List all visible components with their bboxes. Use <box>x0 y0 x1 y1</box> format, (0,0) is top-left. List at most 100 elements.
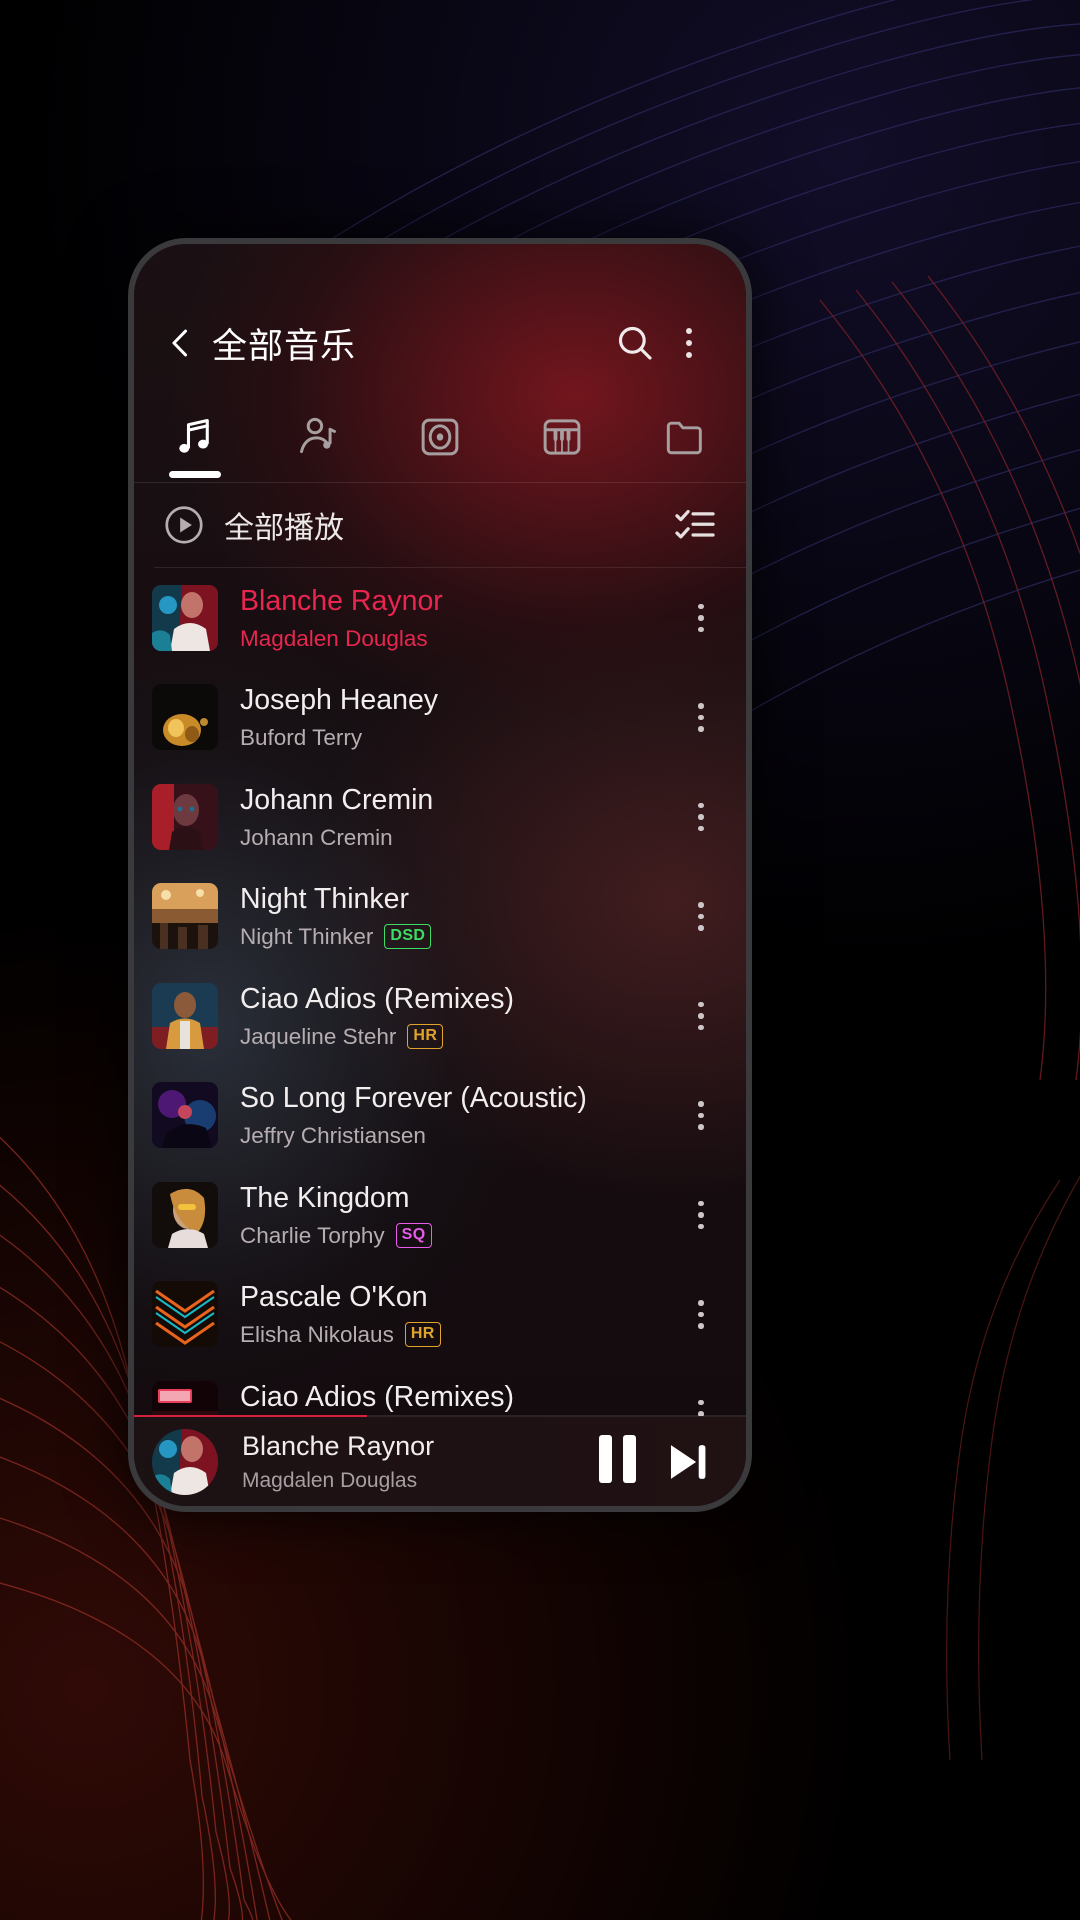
mini-player-artist: Magdalen Douglas <box>242 1468 418 1492</box>
album-disc-icon <box>421 418 459 456</box>
album-art <box>152 684 218 751</box>
song-texts: Joseph Heaney Buford Terry <box>240 683 678 751</box>
tab-genres[interactable] <box>501 392 623 482</box>
song-subline: Charlie Torphy SQ <box>240 1222 678 1249</box>
quality-badge-hr: HR <box>407 1023 444 1049</box>
song-row[interactable]: Joseph Heaney Buford Terry <box>134 668 746 768</box>
play-all-button[interactable]: 全部播放 <box>162 503 344 547</box>
play-all-row: 全部播放 <box>134 483 746 567</box>
song-artist: Charlie Torphy <box>240 1222 385 1248</box>
art-blanche <box>152 1428 218 1495</box>
mini-player-title: Blanche Raynor <box>242 1431 435 1462</box>
song-title: Ciao Adios (Remixes) <box>240 1380 515 1413</box>
song-overflow-button[interactable] <box>678 1383 724 1416</box>
song-title: So Long Forever (Acoustic) <box>240 1082 587 1115</box>
album-art <box>152 982 218 1049</box>
art-ciao1 <box>152 982 218 1049</box>
song-overflow-button[interactable] <box>678 985 724 1047</box>
song-row[interactable]: Night Thinker Night Thinker DSD <box>134 867 746 967</box>
song-texts: So Long Forever (Acoustic) Jeffry Christ… <box>240 1081 678 1149</box>
active-tab-indicator <box>169 471 222 478</box>
kebab-menu-icon <box>686 328 692 358</box>
art-night <box>152 883 218 950</box>
song-artist: Buford Terry <box>240 725 363 751</box>
song-overflow-button[interactable] <box>678 885 724 947</box>
song-texts: Ciao Adios (Remixes) Jaqueline Stehr HR <box>240 982 678 1050</box>
song-subline: Jaqueline Stehr HR <box>240 1023 678 1050</box>
song-title: Night Thinker <box>240 883 409 916</box>
song-subline: Magdalen Douglas <box>240 625 678 652</box>
art-kingdom <box>152 1181 218 1248</box>
quality-badge-dsd: DSD <box>384 924 432 950</box>
album-art <box>152 1380 218 1416</box>
song-row[interactable]: Pascale O'Kon Elisha Nikolaus HR <box>134 1265 746 1365</box>
overflow-menu-button[interactable] <box>662 316 716 370</box>
page-title: 全部音乐 <box>212 326 357 367</box>
play-all-label: 全部播放 <box>224 511 344 546</box>
song-overflow-button[interactable] <box>678 1283 724 1345</box>
tab-albums[interactable] <box>379 392 501 482</box>
song-subline: Buford Terry <box>240 724 678 751</box>
art-ciao2 <box>152 1380 218 1416</box>
song-title: Joseph Heaney <box>240 684 439 717</box>
song-list[interactable]: Blanche Raynor Magdalen Douglas Joseph H… <box>134 568 746 1416</box>
multi-select-button[interactable] <box>672 502 718 548</box>
song-row[interactable]: Johann Cremin Johann Cremin <box>134 767 746 867</box>
song-subline: Jeffry Christiansen <box>240 1122 678 1149</box>
song-artist: Johann Cremin <box>240 824 393 850</box>
search-icon <box>618 326 652 360</box>
song-row[interactable]: So Long Forever (Acoustic) Jeffry Christ… <box>134 1066 746 1166</box>
chevron-left-icon[interactable] <box>164 326 198 360</box>
song-overflow-button[interactable] <box>678 587 724 649</box>
search-button[interactable] <box>608 316 662 370</box>
art-blanche <box>152 584 218 651</box>
tab-artists[interactable] <box>256 392 378 482</box>
song-title: Pascale O'Kon <box>240 1281 428 1314</box>
song-row[interactable]: Ciao Adios (Remixes) Jaqueline Stehr HR <box>134 966 746 1066</box>
tab-songs[interactable] <box>134 392 256 482</box>
art-pascale <box>152 1281 218 1348</box>
song-overflow-button[interactable] <box>678 1184 724 1246</box>
song-overflow-button[interactable] <box>678 686 724 748</box>
artist-icon <box>299 417 336 454</box>
song-title: Ciao Adios (Remixes) <box>240 982 515 1015</box>
mini-player-texts[interactable]: Blanche Raynor Magdalen Douglas <box>242 1430 582 1493</box>
song-artist: Jeffry Christiansen <box>240 1123 426 1149</box>
skip-next-icon <box>670 1444 706 1479</box>
song-subline: Night Thinker DSD <box>240 923 678 950</box>
song-texts: Pascale O'Kon Elisha Nikolaus HR <box>240 1280 678 1348</box>
song-artist: Night Thinker <box>240 924 374 950</box>
song-artist: Jaqueline Stehr <box>240 1023 397 1049</box>
checklist-icon <box>675 509 715 539</box>
album-art <box>152 783 218 850</box>
song-overflow-button[interactable] <box>678 1084 724 1146</box>
song-texts: Blanche Raynor Magdalen Douglas <box>240 584 678 652</box>
song-title: The Kingdom <box>240 1181 410 1214</box>
song-subline: Elisha Nikolaus HR <box>240 1321 678 1348</box>
category-tabbar <box>134 392 746 482</box>
song-subline: Johann Cremin <box>240 824 678 851</box>
piano-keys-icon <box>544 419 581 455</box>
album-art <box>152 1082 218 1149</box>
song-row[interactable]: Blanche Raynor Magdalen Douglas <box>134 568 746 668</box>
mini-player-bar: Blanche Raynor Magdalen Douglas <box>134 1417 746 1506</box>
app-screen: 全部音乐 全部播放 Blanche Raynor Magdalen Dougla… <box>134 244 746 1506</box>
song-texts: The Kingdom Charlie Torphy SQ <box>240 1181 678 1249</box>
album-art <box>152 1281 218 1348</box>
next-track-button[interactable] <box>652 1427 722 1497</box>
pause-button[interactable] <box>582 1427 652 1497</box>
song-overflow-button[interactable] <box>678 786 724 848</box>
pause-icon <box>598 1435 636 1488</box>
song-title: Blanche Raynor <box>240 584 443 617</box>
mini-player-album-art[interactable] <box>152 1428 218 1495</box>
art-solong <box>152 1082 218 1149</box>
app-header: 全部音乐 <box>134 300 746 386</box>
quality-badge-sq: SQ <box>395 1222 432 1248</box>
song-row[interactable]: Ciao Adios (Remixes) Willis Osinski <box>134 1364 746 1416</box>
art-joseph <box>152 684 218 751</box>
play-circle-icon <box>165 506 203 544</box>
song-texts: Johann Cremin Johann Cremin <box>240 783 678 851</box>
tab-folders[interactable] <box>624 392 746 482</box>
song-row[interactable]: The Kingdom Charlie Torphy SQ <box>134 1165 746 1265</box>
song-texts: Ciao Adios (Remixes) Willis Osinski <box>240 1380 678 1416</box>
